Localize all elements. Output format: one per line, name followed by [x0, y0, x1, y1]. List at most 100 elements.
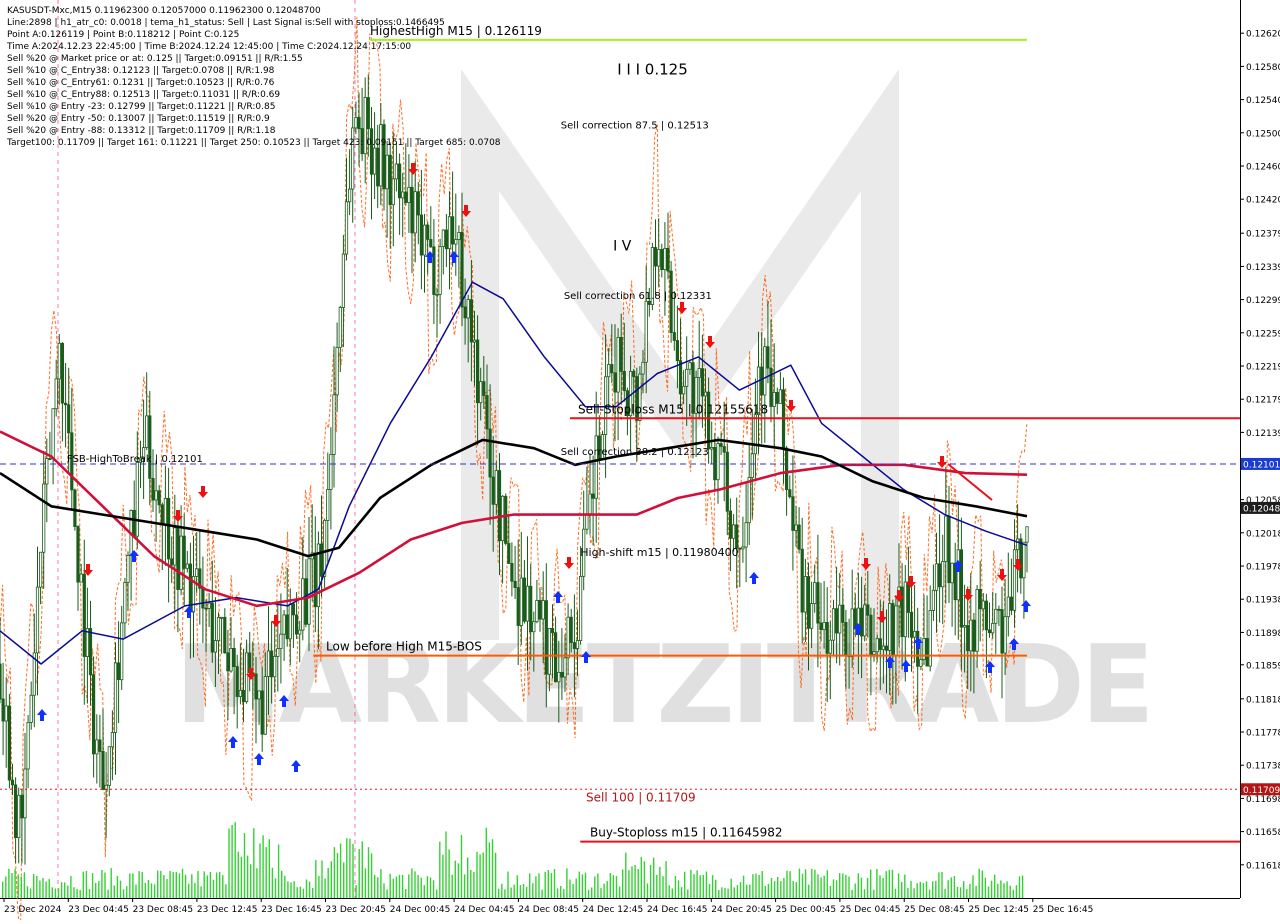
volume-bar	[622, 869, 624, 898]
volume-bar	[277, 844, 280, 898]
volume-bar	[498, 888, 500, 898]
volume-bar	[659, 866, 661, 898]
candle-body	[410, 186, 414, 234]
time-tick-label: 25 Dec 16:45	[1033, 905, 1094, 915]
time-tick-label: 24 Dec 08:45	[518, 905, 579, 915]
candle-body	[866, 604, 870, 616]
volume-bar	[969, 883, 971, 898]
volume-bar	[628, 870, 630, 898]
candle-body	[213, 640, 217, 653]
volume-bar	[826, 870, 828, 898]
chart-annotation: Sell correction 61.8 | 0.12331	[564, 291, 712, 302]
price-tick-label: 0.12139	[1246, 429, 1280, 439]
volume-bar	[423, 885, 425, 898]
candle-body	[778, 389, 783, 404]
volume-bar	[646, 883, 649, 898]
volume-bar	[23, 872, 26, 898]
price-tick-label: 0.12179	[1246, 396, 1280, 406]
candle-body	[500, 495, 505, 542]
volume-bar	[110, 868, 112, 898]
volume-bar	[318, 876, 320, 898]
price-tick-label: 0.12500	[1246, 129, 1280, 139]
volume-bar	[225, 884, 227, 898]
volume-bar	[715, 879, 717, 898]
volume-bar	[95, 883, 97, 898]
candle-body	[10, 779, 15, 786]
candle-body	[450, 216, 455, 245]
candle-body	[522, 577, 527, 622]
volume-bar	[581, 874, 584, 898]
time-tick-label: 24 Dec 00:45	[390, 905, 451, 915]
candle-body	[479, 381, 483, 404]
volume-bar	[448, 849, 450, 898]
info-line: KASUSDT-Mxc,M15 0.11962300 0.12057000 0.…	[7, 6, 321, 16]
volume-bar	[178, 873, 181, 898]
candle-body	[73, 489, 77, 527]
candle-body	[204, 607, 208, 610]
chart-annotation: Sell correction 87.5 | 0.12513	[561, 121, 709, 132]
candle-body	[622, 370, 626, 392]
volume-bar	[941, 872, 943, 898]
volume-bar	[513, 884, 515, 898]
candle-body	[472, 339, 477, 343]
candle-body	[944, 515, 948, 562]
volume-bar	[1003, 883, 1005, 898]
level-label-fsb: FSB-HighToBreak | 0.12101	[67, 454, 203, 465]
volume-bar	[845, 874, 847, 898]
volume-bar	[126, 886, 128, 898]
volume-bar	[767, 883, 770, 898]
volume-bar	[873, 889, 875, 898]
volume-bar	[1009, 885, 1011, 898]
volume-bar	[491, 839, 494, 898]
candle-body	[535, 600, 539, 623]
info-line: Sell %20 @ Entry -50: 0.13007 || Target:…	[7, 114, 270, 124]
volume-bar	[761, 871, 763, 898]
volume-bar	[904, 874, 906, 898]
candle-body	[794, 524, 798, 531]
candle-body	[1000, 609, 1004, 654]
volume-bar	[339, 843, 342, 898]
candle-body	[263, 676, 267, 735]
candle-body	[875, 638, 879, 653]
time-tick-label: 23 Dec 16:45	[261, 905, 322, 915]
volume-bar	[414, 871, 416, 898]
candle-body	[532, 621, 536, 633]
volume-bar	[919, 881, 921, 898]
candle-body	[298, 629, 302, 635]
volume-bar	[349, 838, 351, 898]
candle-body	[909, 612, 914, 638]
volume-bar	[485, 827, 487, 898]
candle-body	[347, 188, 352, 203]
candle-body	[572, 642, 577, 649]
candle-body	[48, 458, 52, 461]
volume-bar	[956, 887, 959, 898]
candle-body	[906, 581, 911, 613]
candle-body	[550, 628, 555, 634]
candle-body	[685, 368, 689, 387]
volume-bar	[907, 888, 909, 898]
volume-bar	[467, 857, 469, 898]
candle-body	[516, 587, 520, 626]
volume-bar	[67, 885, 69, 898]
volume-bar	[352, 843, 354, 898]
volume-bar	[773, 881, 776, 898]
volume-bar	[29, 888, 32, 898]
volume-bar	[408, 874, 410, 898]
volume-bar	[312, 888, 314, 898]
volume-bar	[786, 870, 788, 898]
candle-body	[294, 614, 299, 635]
candle-body	[956, 549, 960, 601]
price-tick-label: 0.11859	[1246, 661, 1280, 671]
candle-body	[491, 476, 495, 505]
volume-bar	[538, 873, 540, 898]
candle-body	[872, 651, 876, 655]
volume-bar	[637, 869, 639, 898]
candle-body	[610, 364, 614, 374]
candle-body	[57, 342, 61, 380]
volume-bar	[959, 887, 962, 898]
time-tick-label: 25 Dec 12:45	[969, 905, 1030, 915]
candle-body	[903, 581, 907, 638]
price-tick-label: 0.12259	[1246, 329, 1280, 339]
candle-body	[747, 477, 751, 524]
volume-bar	[863, 889, 866, 898]
